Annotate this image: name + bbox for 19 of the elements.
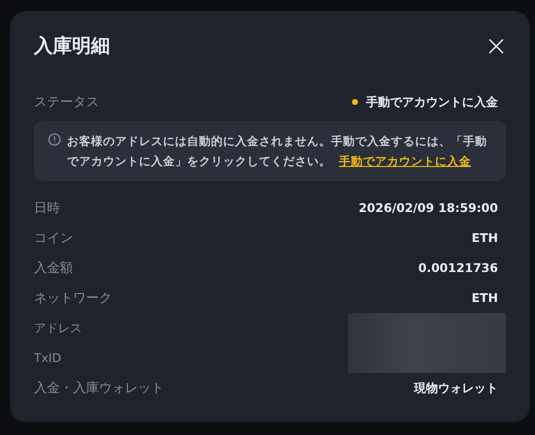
dialog-title: 入庫明細 [34, 34, 110, 59]
field-label: TxID [34, 351, 62, 365]
field-value: ETH [472, 231, 498, 245]
field-label: ネットワーク [34, 290, 112, 307]
notice-text: お客様のアドレスには自動的に入金されません。手動で入金するには、「手動でアカウントに入金」をクリックしてください。 手動でアカウントに入金 [67, 133, 488, 170]
field-value: 0.00121736 [418, 261, 498, 275]
field-label: 入金・入庫ウォレット [34, 380, 164, 397]
field-value: ETH [472, 291, 498, 305]
field-value: 現物ウォレット [414, 380, 498, 396]
info-icon [48, 133, 61, 146]
field-label: ステータス [34, 94, 99, 111]
field-value: 2026/02/09 18:59:00 [358, 201, 498, 215]
field-label: アドレス [34, 320, 82, 336]
status-value: 手動でアカウントに入金 [366, 94, 498, 110]
close-button[interactable]: × [484, 32, 508, 60]
field-label: コイン [34, 230, 73, 247]
manual-deposit-link[interactable]: 手動でアカウントに入金 [339, 154, 472, 168]
field-label: 日時 [34, 200, 60, 217]
field-label: 入金額 [34, 260, 73, 277]
